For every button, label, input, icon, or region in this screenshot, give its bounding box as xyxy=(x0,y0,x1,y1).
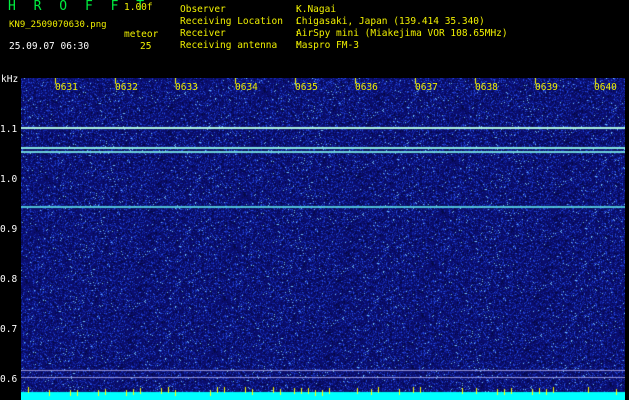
y-tick-label: 0.7 xyxy=(0,324,18,335)
x-tick-label: 0636 xyxy=(355,82,378,93)
x-tick-label: 0633 xyxy=(175,82,198,93)
y-axis-unit: kHz xyxy=(1,74,19,85)
app-version: 1.00f xyxy=(124,2,153,13)
y-tick-label: 1.1 xyxy=(0,124,18,135)
antenna-value: Maspro FM-3 xyxy=(296,40,359,51)
antenna-label: Receiving antenna : xyxy=(180,40,306,51)
x-tick-label: 0634 xyxy=(235,82,258,93)
capture-datetime: 25.09.07 06:30 xyxy=(9,41,90,52)
x-tick-label: 0639 xyxy=(535,82,558,93)
file-name: KN9_2509070630.png xyxy=(9,20,107,30)
location-label: Receiving Location : xyxy=(180,16,306,27)
x-tick-label: 0635 xyxy=(295,82,318,93)
receiver-label: Receiver : xyxy=(180,28,306,39)
spectrogram xyxy=(21,78,625,400)
y-tick-label: 0.6 xyxy=(0,374,18,385)
x-tick-label: 0637 xyxy=(415,82,438,93)
x-tick-label: 0631 xyxy=(55,82,78,93)
x-tick-label: 0640 xyxy=(594,82,617,93)
x-tick-label: 0632 xyxy=(115,82,138,93)
observer-label: Observer : xyxy=(180,4,306,15)
y-tick-label: 0.9 xyxy=(0,224,18,235)
meteor-count-label: meteor xyxy=(124,29,159,40)
receiver-value: AirSpy mini (Miakejima VOR 108.65MHz) xyxy=(296,28,508,39)
y-tick-label: 1.0 xyxy=(0,174,18,185)
x-tick-label: 0638 xyxy=(475,82,498,93)
y-tick-label: 0.8 xyxy=(0,274,18,285)
observer-value: K.Nagai xyxy=(296,4,337,15)
location-value: Chigasaki, Japan (139.414 35.340) xyxy=(296,16,485,27)
meteor-count-value: 25 xyxy=(140,41,152,52)
